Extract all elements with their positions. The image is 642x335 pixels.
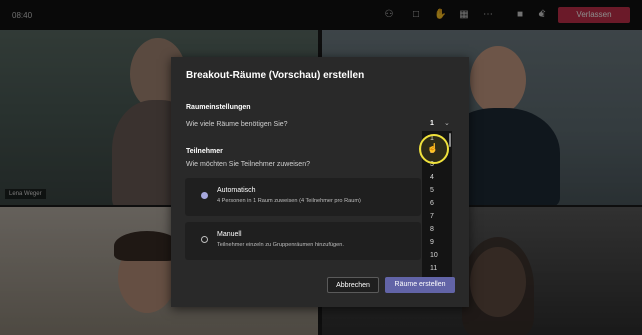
dropdown-option[interactable]: 10 bbox=[430, 252, 438, 259]
option-automatic-title: Automatisch bbox=[217, 187, 256, 194]
dropdown-option[interactable]: 5 bbox=[430, 187, 434, 194]
dropdown-option[interactable]: 6 bbox=[430, 200, 434, 207]
assign-question: Wie möchten Sie Teilnehmer zuweisen? bbox=[186, 161, 310, 168]
option-manual[interactable]: Manuell Teilnehmer einzeln zu Gruppenräu… bbox=[185, 222, 421, 260]
option-manual-subtitle: Teilnehmer einzeln zu Gruppenräumen hinz… bbox=[217, 242, 344, 248]
radio-manual[interactable] bbox=[201, 236, 208, 243]
dropdown-option[interactable]: 7 bbox=[430, 213, 434, 220]
dropdown-option[interactable]: 8 bbox=[430, 226, 434, 233]
dropdown-option[interactable]: 11 bbox=[430, 265, 437, 272]
option-automatic-subtitle: 4 Personen in 1 Raum zuweisen (4 Teilneh… bbox=[217, 198, 361, 204]
participants-heading: Teilnehmer bbox=[186, 148, 223, 155]
dropdown-option[interactable]: 4 bbox=[430, 174, 434, 181]
room-settings-heading: Raumeinstellungen bbox=[186, 104, 251, 111]
option-manual-title: Manuell bbox=[217, 231, 242, 238]
option-automatic[interactable]: Automatisch 4 Personen in 1 Raum zuweise… bbox=[185, 178, 421, 216]
radio-automatic[interactable] bbox=[201, 192, 208, 199]
room-count-select[interactable]: 1 bbox=[430, 120, 434, 127]
dropdown-scrollbar[interactable] bbox=[449, 133, 451, 147]
cursor-hand-icon: ☝ bbox=[427, 143, 439, 153]
create-rooms-button[interactable]: Räume erstellen bbox=[385, 277, 455, 293]
cancel-button[interactable]: Abbrechen bbox=[327, 277, 379, 293]
dropdown-option[interactable]: 9 bbox=[430, 239, 434, 246]
dialog-title: Breakout-Räume (Vorschau) erstellen bbox=[186, 70, 365, 81]
room-count-question: Wie viele Räume benötigen Sie? bbox=[186, 121, 288, 128]
chevron-down-icon[interactable]: ⌄ bbox=[444, 119, 450, 127]
